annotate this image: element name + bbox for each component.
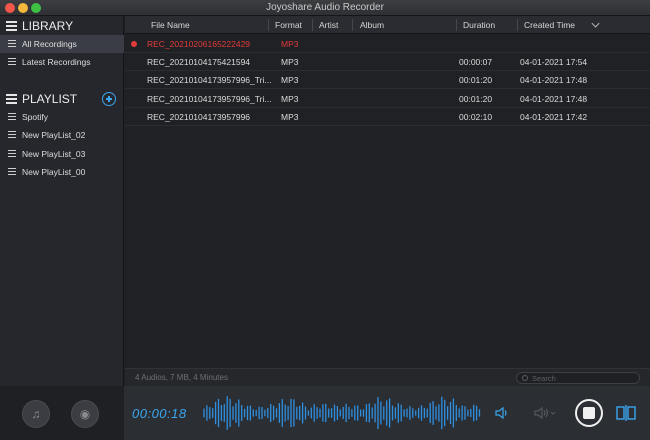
elapsed-time: 00:00:18 — [132, 406, 187, 421]
table-header: File Name Format Artist Album Duration C… — [125, 16, 650, 34]
library-header: LIBRARY — [0, 16, 124, 36]
sidebar: LIBRARY All Recordings Latest Recordings… — [0, 16, 124, 386]
title-bar: Joyoshare Audio Recorder — [0, 0, 650, 16]
sidebar-item-label: Spotify — [22, 112, 48, 122]
table-row[interactable]: REC_20210104175421594 MP3 00:00:07 04-01… — [125, 53, 650, 71]
table-row[interactable]: REC_20210104173957996_Tri... MP3 00:01:2… — [125, 71, 650, 89]
library-summary: 4 Audios, 7 MB, 4 Minutes — [135, 373, 228, 382]
column-divider — [456, 19, 457, 31]
list-icon — [8, 150, 16, 158]
cell-file-name: REC_20210206165222429 — [147, 39, 251, 49]
sidebar-item-label: New PlayList_02 — [22, 130, 86, 140]
column-divider — [352, 19, 353, 31]
cell-duration: 00:01:20 — [459, 94, 493, 104]
music-note-icon: ♫ — [31, 407, 41, 421]
sidebar-item-playlist-03[interactable]: New PlayList_03 — [0, 145, 124, 163]
column-created-time[interactable]: Created Time — [524, 20, 575, 30]
player-bar: 00:00:18 — [124, 386, 650, 440]
cell-file-name: REC_20210104173957996_Tri... — [147, 75, 272, 85]
disc-button[interactable]: ◉ — [71, 400, 99, 428]
table-row[interactable]: REC_20210104173957996_Tri... MP3 00:01:2… — [125, 90, 650, 108]
list-icon — [6, 94, 17, 104]
sidebar-item-label: New PlayList_00 — [22, 167, 86, 177]
table-row[interactable]: REC_20210104173957996 MP3 00:02:10 04-01… — [125, 108, 650, 126]
status-bar: 4 Audios, 7 MB, 4 Minutes Search — [125, 368, 650, 386]
list-icon — [8, 131, 16, 139]
music-library-button[interactable]: ♫ — [22, 400, 50, 428]
column-divider — [517, 19, 518, 31]
sidebar-item-label: New PlayList_03 — [22, 149, 86, 159]
cell-created-time: 04-01-2021 17:54 — [520, 57, 588, 67]
cell-duration: 00:01:20 — [459, 75, 493, 85]
cell-format: MP3 — [281, 39, 299, 49]
cell-duration: 00:02:10 — [459, 112, 493, 122]
speaker-icon[interactable] — [534, 406, 556, 420]
add-playlist-icon[interactable] — [102, 92, 116, 106]
playlist-header: PLAYLIST — [0, 89, 124, 109]
column-duration[interactable]: Duration — [463, 20, 495, 30]
window-title: Joyoshare Audio Recorder — [266, 2, 384, 13]
cell-format: MP3 — [281, 112, 299, 122]
recordings-table: File Name Format Artist Album Duration C… — [125, 16, 650, 386]
sort-chevron-icon[interactable] — [591, 19, 600, 28]
search-icon — [522, 375, 528, 381]
sidebar-item-label: Latest Recordings — [22, 57, 91, 67]
cell-file-name: REC_20210104173957996_Tri... — [147, 94, 272, 104]
playlist-label: PLAYLIST — [22, 92, 78, 106]
cell-created-time: 04-01-2021 17:48 — [520, 94, 588, 104]
cell-created-time: 04-01-2021 17:42 — [520, 112, 588, 122]
search-placeholder: Search — [532, 374, 556, 383]
search-input[interactable]: Search — [516, 372, 640, 384]
sidebar-item-all-recordings[interactable]: All Recordings — [0, 35, 124, 53]
column-divider — [268, 19, 269, 31]
column-artist[interactable]: Artist — [319, 20, 338, 30]
volume-icon[interactable] — [495, 406, 509, 420]
list-icon — [8, 113, 16, 121]
list-icon — [8, 58, 16, 66]
column-format[interactable]: Format — [275, 20, 302, 30]
sidebar-item-playlist-00[interactable]: New PlayList_00 — [0, 163, 124, 181]
cell-file-name: REC_20210104175421594 — [147, 57, 251, 67]
list-icon — [8, 40, 16, 48]
split-icon[interactable] — [616, 405, 636, 421]
waveform — [203, 396, 481, 430]
cell-format: MP3 — [281, 94, 299, 104]
table-row[interactable]: REC_20210206165222429 MP3 — [125, 35, 650, 53]
column-divider — [312, 19, 313, 31]
stop-button[interactable] — [575, 399, 603, 427]
library-label: LIBRARY — [22, 19, 74, 33]
disc-icon: ◉ — [79, 407, 91, 421]
list-icon — [8, 168, 16, 176]
sidebar-item-playlist-02[interactable]: New PlayList_02 — [0, 126, 124, 144]
recording-indicator-icon — [131, 41, 137, 47]
column-file-name[interactable]: File Name — [151, 20, 190, 30]
list-icon — [6, 21, 17, 31]
cell-format: MP3 — [281, 75, 299, 85]
sidebar-item-spotify[interactable]: Spotify — [0, 108, 124, 126]
cell-created-time: 04-01-2021 17:48 — [520, 75, 588, 85]
cell-format: MP3 — [281, 57, 299, 67]
column-album[interactable]: Album — [360, 20, 384, 30]
sidebar-item-latest-recordings[interactable]: Latest Recordings — [0, 53, 124, 71]
stop-icon — [583, 407, 595, 419]
cell-file-name: REC_20210104173957996 — [147, 112, 251, 122]
sidebar-item-label: All Recordings — [22, 39, 77, 49]
cell-duration: 00:00:07 — [459, 57, 493, 67]
